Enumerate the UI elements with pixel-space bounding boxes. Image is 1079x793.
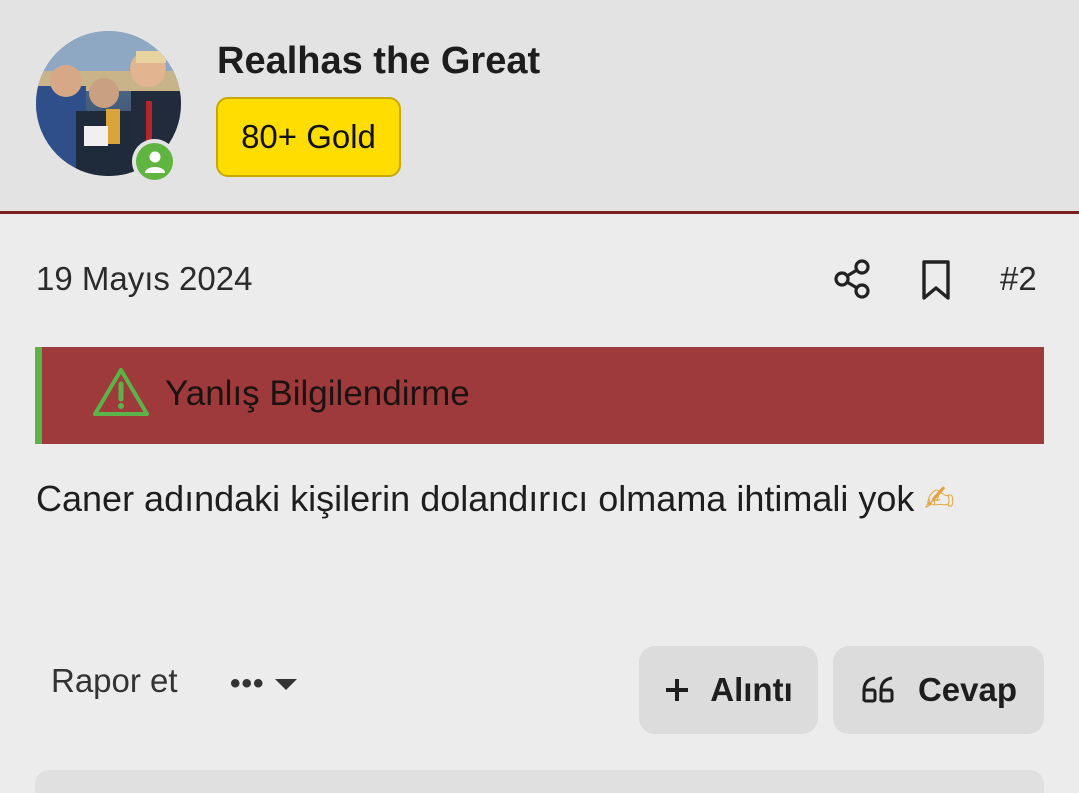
quote-button-label: Alıntı [710, 671, 793, 708]
quote-button[interactable]: Alıntı [639, 646, 818, 734]
user-online-icon [136, 143, 173, 180]
report-button[interactable]: Rapor et [51, 662, 178, 700]
post-message-text: Caner adındaki kişilerin dolandırıcı olm… [36, 478, 915, 519]
reply-button-label: Cevap [917, 671, 1018, 708]
plus-icon [664, 677, 690, 703]
caret-down-icon [274, 678, 297, 690]
bookmark-icon[interactable] [916, 258, 956, 302]
post-date[interactable]: 19 Mayıs 2024 [36, 260, 252, 298]
more-options-dropdown[interactable]: ••• [230, 664, 297, 704]
next-post-card [35, 770, 1044, 793]
share-icon[interactable] [832, 258, 874, 300]
reply-button[interactable]: Cevap [833, 646, 1044, 734]
post-number-link[interactable]: #2 [1000, 260, 1037, 298]
online-status-indicator [132, 139, 177, 184]
quote-marks-icon [860, 675, 898, 705]
more-dots-icon: ••• [230, 667, 265, 700]
user-header: Realhas the Great 80+ Gold [0, 0, 1079, 214]
post-message: Caner adındaki kişilerin dolandırıcı olm… [36, 460, 1036, 538]
avatar-wrapper[interactable] [36, 31, 181, 184]
writing-hand-emoji: ✍ [924, 479, 955, 520]
warning-label: Yanlış Bilgilendirme [165, 374, 470, 413]
user-rank-badge: 80+ Gold [216, 97, 401, 177]
username[interactable]: Realhas the Great [217, 40, 540, 83]
moderation-warning-banner: Yanlış Bilgilendirme [35, 347, 1044, 444]
warning-triangle-icon [92, 366, 150, 418]
